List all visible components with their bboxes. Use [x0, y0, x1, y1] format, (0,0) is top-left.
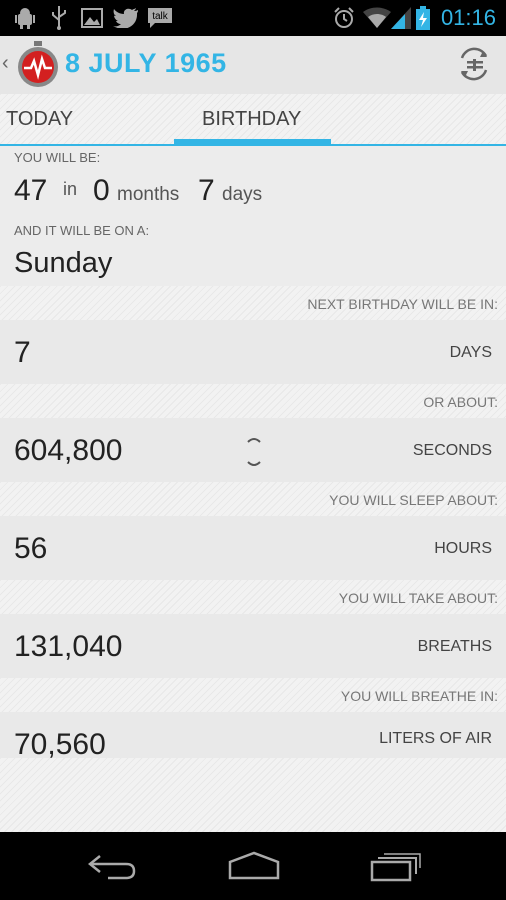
status-bar: talk 01:16 [0, 0, 506, 36]
stat-value: 70,560 [14, 728, 106, 758]
stat-row: 7 DAYS [0, 320, 506, 384]
stat-header: NEXT BIRTHDAY WILL BE IN: [0, 286, 506, 320]
stat-value: 131,040 [14, 630, 123, 663]
stat-unit: BREATHS [417, 638, 492, 655]
weekday-label: AND IT WILL BE ON A: [14, 223, 150, 238]
weekday-value: Sunday [14, 247, 113, 279]
up-chevron-icon[interactable]: ‹ [2, 52, 9, 75]
tab-selected-indicator [174, 139, 331, 144]
age-years: 47 [14, 174, 48, 207]
stat-row: 604,800 SECONDS [0, 418, 506, 482]
stat-header-label: OR ABOUT: [423, 394, 498, 410]
stat-header-label: NEXT BIRTHDAY WILL BE IN: [307, 296, 498, 312]
stat-row: 56 HOURS [0, 516, 506, 580]
stat-header-label: YOU WILL SLEEP ABOUT: [329, 492, 498, 508]
expand-collapse-icon[interactable] [244, 428, 264, 472]
stat-value: 7 [14, 336, 31, 369]
days-value: 7 [198, 174, 215, 207]
stat-header: YOU WILL TAKE ABOUT: [0, 580, 506, 614]
you-will-be-label: YOU WILL BE: [14, 150, 101, 165]
tab-bar: TODAY BIRTHDAY [0, 94, 506, 146]
signal-icon [390, 6, 412, 30]
twitter-icon [112, 6, 140, 30]
stat-unit: DAYS [449, 344, 492, 361]
stat-header: YOU WILL BREATHE IN: [0, 678, 506, 712]
stat-value: 56 [14, 532, 48, 565]
months-unit: months [117, 184, 180, 205]
months-value: 0 [93, 174, 110, 207]
wifi-icon [362, 6, 392, 30]
image-icon [80, 6, 104, 30]
stat-unit: HOURS [434, 540, 492, 557]
birthday-content[interactable]: YOU WILL BE: 47 in 0 months 7 days AND I… [0, 146, 506, 832]
in-word: in [63, 179, 78, 199]
alarm-icon [332, 6, 356, 30]
stat-unit: LITERS OF AIR [379, 730, 492, 747]
stat-header-label: YOU WILL TAKE ABOUT: [338, 590, 498, 606]
stat-row: 70,560 LITERS OF AIR [0, 712, 506, 758]
clock-time: 01:16 [440, 5, 496, 30]
heartbeat-stopwatch-icon[interactable] [14, 40, 62, 88]
android-debug-icon [14, 6, 36, 30]
tab-today[interactable]: TODAY [6, 108, 73, 131]
usb-icon [48, 6, 70, 30]
talk-label: talk [152, 11, 169, 22]
summary-section: YOU WILL BE: 47 in 0 months 7 days AND I… [0, 146, 506, 286]
days-unit: days [222, 184, 263, 205]
home-icon[interactable] [224, 850, 284, 882]
sync-switch-icon[interactable] [456, 46, 492, 82]
stat-value: 604,800 [14, 434, 123, 467]
stat-header: OR ABOUT: [0, 384, 506, 418]
talk-icon: talk [146, 6, 174, 30]
battery-charging-icon [414, 6, 432, 30]
tab-birthday[interactable]: BIRTHDAY [202, 108, 301, 131]
stat-row: 131,040 BREATHS [0, 614, 506, 678]
back-icon[interactable] [82, 850, 142, 882]
navigation-bar [0, 832, 506, 900]
page-title: 8 JULY 1965 [65, 48, 227, 78]
action-bar: ‹ 8 JULY 1965 [0, 36, 506, 94]
stat-header-label: YOU WILL BREATHE IN: [340, 688, 498, 704]
recent-apps-icon[interactable] [366, 850, 426, 882]
stat-unit: SECONDS [412, 442, 492, 459]
stat-header: YOU WILL SLEEP ABOUT: [0, 482, 506, 516]
list-end-area [0, 758, 506, 832]
